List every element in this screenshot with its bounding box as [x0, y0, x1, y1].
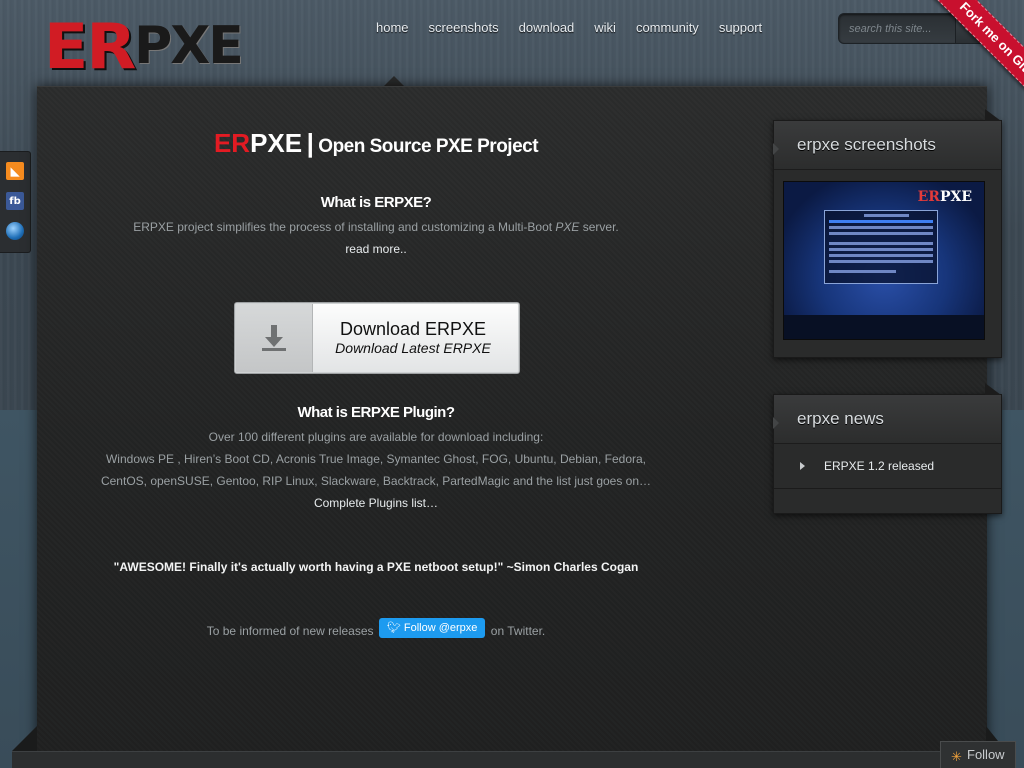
about-text-em: PXE — [555, 220, 580, 234]
download-subtitle: Download Latest ERPXE — [335, 340, 491, 356]
plugin-heading: What is ERPXE Plugin? — [297, 404, 455, 421]
chevron-right-icon — [800, 462, 805, 470]
screenshots-widget-header: erpxe screenshots — [773, 121, 1001, 170]
widget-notch — [773, 143, 779, 155]
twitter-bird-icon: 🐦︎ — [386, 622, 401, 634]
news-widget-header: erpxe news — [773, 395, 1001, 444]
twitter-follow-label: Follow @erpxe — [403, 622, 478, 634]
screenshots-widget: erpxe screenshots ERPXE — [773, 109, 1002, 358]
nav-item-download[interactable]: download — [509, 18, 585, 38]
logo-pxe: PXE — [134, 16, 244, 76]
news-item[interactable]: ERPXE 1.2 released — [774, 444, 1001, 489]
news-item-label: ERPXE 1.2 released — [824, 459, 935, 473]
site-logo[interactable]: ER PXE — [43, 9, 244, 83]
download-button[interactable]: Download ERPXE Download Latest ERPXE — [234, 302, 520, 374]
title-separator: | — [306, 128, 314, 158]
testimonial-quote: "AWESOME! Finally it's actually worth ha… — [113, 560, 639, 574]
logo-er: ER — [43, 9, 137, 83]
screenshot-thumbnail[interactable]: ERPXE — [783, 181, 985, 340]
download-icon — [236, 304, 313, 372]
twitter-suffix: on Twitter. — [490, 624, 546, 638]
nav-item-support[interactable]: support — [709, 18, 772, 38]
screenshots-widget-title: erpxe screenshots — [797, 135, 936, 154]
title-subtitle: Open Source PXE Project — [318, 136, 539, 157]
twitter-row: To be informed of new releases 🐦︎ Follow… — [80, 618, 672, 642]
plugins-list-link[interactable]: Complete Plugins list… — [80, 496, 672, 510]
wordpress-icon: ✳ — [951, 749, 962, 764]
widget-tab-tip — [985, 109, 1001, 121]
plugin-line-2: Windows PE , Hiren’s Boot CD, Acronis Tr… — [105, 452, 646, 466]
download-title: Download ERPXE — [339, 319, 487, 339]
plugin-line-3: CentOS, openSUSE, Gentoo, RIP Linux, Sla… — [100, 474, 652, 488]
screenshot-logo: ERPXE — [917, 189, 972, 205]
panel-corner-left — [12, 726, 37, 751]
title-pxe: PXE — [250, 128, 303, 158]
about-text: ERPXE project simplifies the process of … — [80, 220, 672, 234]
widget-tab-tip — [985, 383, 1001, 395]
nav-item-wiki[interactable]: wiki — [584, 18, 626, 38]
nav-item-screenshots[interactable]: screenshots — [419, 18, 509, 38]
widget-notch — [773, 417, 779, 429]
plugin-line-1: Over 100 different plugins are available… — [208, 430, 544, 444]
nav-active-pointer — [384, 76, 404, 86]
follow-label: Follow — [967, 747, 1005, 762]
read-more-link[interactable]: read more.. — [80, 242, 672, 256]
about-text-2: server. — [579, 220, 619, 234]
social-sidebar: ◣ fb — [0, 151, 31, 253]
twitter-prefix: To be informed of new releases — [206, 624, 374, 638]
facebook-icon-text: fb — [9, 195, 21, 207]
main-nav: home screenshots download wiki community… — [366, 18, 772, 38]
twitter-follow-button[interactable]: 🐦︎ Follow @erpxe — [378, 618, 486, 638]
wordpress-follow-button[interactable]: ✳ Follow — [940, 741, 1016, 768]
rss-icon[interactable]: ◣ — [6, 162, 24, 180]
nav-item-home[interactable]: home — [366, 18, 419, 38]
news-widget-title: erpxe news — [797, 409, 884, 428]
title-er: ER — [213, 128, 251, 158]
footer-strip — [12, 751, 1012, 768]
facebook-icon[interactable]: fb — [6, 192, 24, 210]
about-text-1: ERPXE project simplifies the process of … — [133, 220, 556, 234]
nav-item-community[interactable]: community — [626, 18, 709, 38]
screenshot-footer — [784, 315, 984, 339]
screenshot-menu — [824, 210, 938, 284]
web-icon[interactable] — [6, 222, 24, 240]
page-title: ERPXE | Open Source PXE Project — [80, 128, 672, 159]
about-heading: What is ERPXE? — [320, 194, 432, 211]
news-widget: erpxe news ERPXE 1.2 released — [773, 383, 1002, 514]
